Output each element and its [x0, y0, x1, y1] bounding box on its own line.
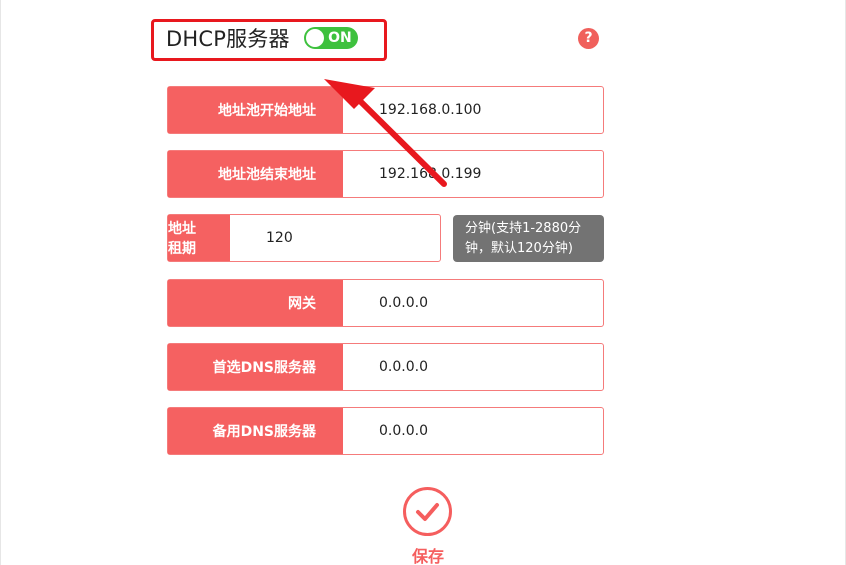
annotation-arrow [324, 79, 447, 187]
